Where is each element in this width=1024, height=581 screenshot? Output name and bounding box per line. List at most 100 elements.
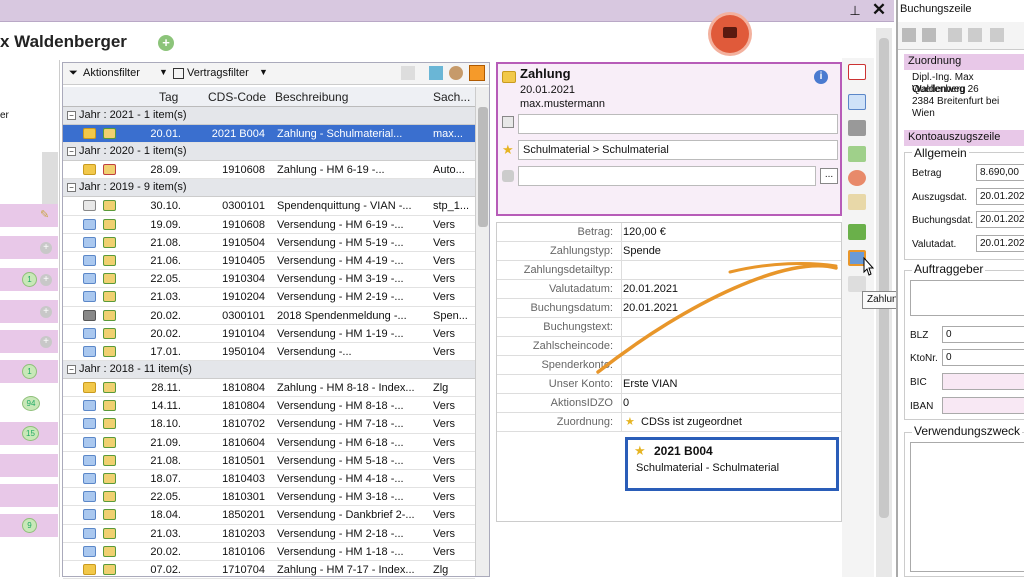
export-icon[interactable] bbox=[429, 66, 443, 80]
betrag-field[interactable]: 8.690,00 € bbox=[976, 164, 1024, 181]
table-row[interactable]: 22.05. 1910304 Versendung - HM 3-19 -... Ve… bbox=[63, 270, 475, 289]
vertragsfilter-dropdown[interactable]: Vertragsfilter bbox=[187, 67, 249, 79]
col-tag[interactable]: Tag bbox=[159, 90, 178, 104]
left-scrollbar[interactable] bbox=[42, 152, 58, 212]
info-icon[interactable]: i bbox=[814, 70, 828, 84]
table-row[interactable]: 21.03. 1810203 Versendung - HM 2-18 -... Ve… bbox=[63, 525, 475, 543]
table-row[interactable]: 20.02. 1910104 Versendung - HM 1-19 -... Ve… bbox=[63, 325, 475, 343]
form-value[interactable]: 0 bbox=[623, 394, 629, 412]
close-icon[interactable]: ✕ bbox=[870, 1, 888, 19]
scroll-thumb[interactable] bbox=[879, 38, 889, 518]
col-cds-code[interactable]: CDS-Code bbox=[208, 90, 266, 104]
aktionsfilter-dropdown[interactable]: Aktionsfilter bbox=[83, 67, 140, 79]
note-field[interactable] bbox=[518, 114, 838, 134]
left-strip-item[interactable]: 94 bbox=[0, 392, 58, 416]
table-row[interactable]: 30.10. 0300101 Spendenquittung - VIAN -...… bbox=[63, 197, 475, 216]
table-row[interactable]: 18.10. 1810702 Versendung - HM 7-18 -... Ve… bbox=[63, 415, 475, 434]
plus-icon[interactable]: + bbox=[40, 274, 52, 286]
browse-button[interactable]: ... bbox=[820, 168, 838, 184]
category-field[interactable]: Schulmaterial > Schulmaterial bbox=[518, 140, 838, 160]
add-button[interactable]: + bbox=[158, 35, 174, 51]
bic-field[interactable] bbox=[942, 373, 1024, 390]
save-all-icon[interactable] bbox=[922, 28, 936, 42]
group-header[interactable]: − Jahr : 2019 - 9 item(s) bbox=[63, 179, 475, 198]
person-icon[interactable] bbox=[449, 66, 463, 80]
iban-field[interactable] bbox=[942, 397, 1024, 414]
money-icon[interactable] bbox=[848, 224, 866, 240]
collapse-icon[interactable]: − bbox=[67, 146, 76, 156]
pin-icon[interactable]: ⊥ bbox=[847, 3, 863, 19]
verwendungszweck-field[interactable] bbox=[910, 442, 1024, 572]
group-header[interactable]: − Jahr : 2018 - 11 item(s) bbox=[63, 361, 475, 380]
table-row[interactable]: 17.01. 1950104 Versendung -... Vers bbox=[63, 343, 475, 362]
plus-icon[interactable]: + bbox=[40, 242, 52, 254]
left-strip-item[interactable]: 1 + bbox=[0, 268, 58, 292]
table-row[interactable]: 18.04. 1850201 Versendung - Dankbrief 2-..… bbox=[63, 506, 475, 525]
left-strip-item[interactable]: ✎ bbox=[0, 204, 58, 228]
form-value[interactable]: CDSs ist zugeordnet bbox=[641, 413, 742, 431]
table-row[interactable]: 21.08. 1910504 Versendung - HM 5-19 -... Ve… bbox=[63, 234, 475, 252]
col-beschreibung[interactable]: Beschreibung bbox=[275, 90, 348, 104]
table-row[interactable]: 20.02. 0300101 2018 Spendenmeldung -... Spe… bbox=[63, 307, 475, 325]
save-icon[interactable] bbox=[902, 28, 916, 42]
edit-icon[interactable]: ✎ bbox=[40, 208, 49, 221]
form-value[interactable]: 20.01.2021 bbox=[623, 280, 678, 298]
col-sach[interactable]: Sach... bbox=[433, 90, 470, 104]
collapse-icon[interactable]: − bbox=[67, 182, 76, 192]
left-strip-item[interactable]: + bbox=[0, 236, 58, 260]
chevron-down-icon[interactable]: ▼ bbox=[259, 67, 268, 77]
pdf-icon[interactable] bbox=[848, 64, 866, 80]
group-header[interactable]: − Jahr : 2021 - 1 item(s) bbox=[63, 107, 475, 125]
extra-field[interactable] bbox=[518, 166, 816, 186]
table-row[interactable]: 21.09. 1810604 Versendung - HM 6-18 -... Ve… bbox=[63, 434, 475, 452]
plus-icon[interactable]: + bbox=[40, 306, 52, 318]
people-icon[interactable] bbox=[848, 170, 866, 186]
table-row[interactable]: 18.07. 1810403 Versendung - HM 4-18 -... Ve… bbox=[63, 470, 475, 489]
orange-action-icon[interactable] bbox=[469, 65, 485, 81]
edit-doc-icon[interactable] bbox=[848, 146, 866, 162]
collapse-icon[interactable]: − bbox=[67, 110, 76, 120]
group-header[interactable]: − Jahr : 2020 - 1 item(s) bbox=[63, 143, 475, 162]
blz-field[interactable]: 0 bbox=[942, 326, 1024, 343]
buchungsdat-field[interactable]: 20.01.2021 bbox=[976, 211, 1024, 228]
table-row[interactable]: 19.09. 1910608 Versendung - HM 6-19 -... Ve… bbox=[63, 216, 475, 234]
table-row[interactable]: 21.08. 1810501 Versendung - HM 5-18 -... Ve… bbox=[63, 452, 475, 470]
left-strip-item[interactable] bbox=[0, 454, 58, 478]
form-value[interactable]: 20.01.2021 bbox=[623, 299, 678, 317]
left-strip-item[interactable]: 15 bbox=[0, 422, 58, 446]
record-indicator-icon[interactable] bbox=[711, 15, 749, 53]
table-row[interactable]: 07.02. 1710704 Zahlung - HM 7-17 - Index..… bbox=[63, 561, 475, 580]
collapse-icon[interactable]: − bbox=[67, 364, 76, 374]
grid-tool-icon[interactable] bbox=[401, 66, 415, 80]
form-value[interactable]: Spende bbox=[623, 242, 661, 260]
link-icon[interactable] bbox=[948, 28, 962, 42]
table-row[interactable]: 20.02. 1810106 Versendung - HM 1-18 -... Ve… bbox=[63, 543, 475, 561]
checkbox-icon[interactable] bbox=[173, 68, 184, 79]
auszugsdat-field[interactable]: 20.01.2021 bbox=[976, 188, 1024, 205]
unlink-icon[interactable] bbox=[968, 28, 982, 42]
auftraggeber-field[interactable] bbox=[910, 280, 1024, 316]
grid-scrollbar[interactable] bbox=[475, 87, 489, 576]
table-row[interactable]: 20.01. 2021 B004 Zahlung - Schulmaterial..… bbox=[63, 125, 475, 144]
bank-icon[interactable] bbox=[848, 120, 866, 136]
plus-icon[interactable]: + bbox=[40, 336, 52, 348]
assigned-cds-box[interactable]: ★ 2021 B004 Schulmaterial - Schulmaterial bbox=[625, 437, 839, 491]
ktonr-field[interactable]: 0 bbox=[942, 349, 1024, 366]
table-row[interactable]: 28.11. 1810804 Zahlung - HM 8-18 - Index..… bbox=[63, 379, 475, 398]
left-strip-item[interactable]: 1 bbox=[0, 360, 58, 384]
valutadat-field[interactable]: 20.01.2021 bbox=[976, 235, 1024, 252]
tool-icon[interactable] bbox=[990, 28, 1004, 42]
table-row[interactable]: 22.05. 1810301 Versendung - HM 3-18 -... Ve… bbox=[63, 488, 475, 507]
left-strip-item[interactable] bbox=[0, 484, 58, 508]
left-strip-item[interactable]: + bbox=[0, 330, 58, 354]
left-strip-item[interactable]: 9 bbox=[0, 514, 58, 538]
document-icon[interactable] bbox=[848, 194, 866, 210]
left-strip-item[interactable]: + bbox=[0, 300, 58, 324]
table-row[interactable]: 21.06. 1910405 Versendung - HM 4-19 -... Ve… bbox=[63, 252, 475, 271]
table-row[interactable]: 14.11. 1810804 Versendung - HM 8-18 -... Ve… bbox=[63, 397, 475, 416]
table-row[interactable]: 21.03. 1910204 Versendung - HM 2-19 -... Ve… bbox=[63, 288, 475, 307]
scroll-thumb[interactable] bbox=[478, 107, 488, 227]
chevron-down-icon[interactable]: ▼ bbox=[159, 67, 168, 77]
table-row[interactable]: 28.09. 1910608 Zahlung - HM 6-19 -... Auto.… bbox=[63, 161, 475, 180]
form-value[interactable]: 120,00 € bbox=[623, 223, 666, 241]
